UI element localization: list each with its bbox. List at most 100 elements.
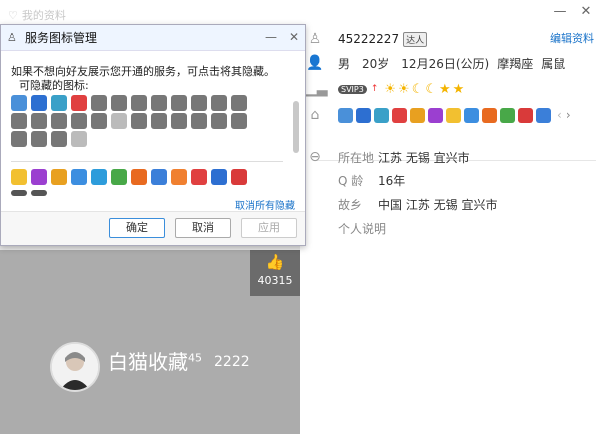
service-icon[interactable] bbox=[11, 190, 27, 196]
service-icon[interactable] bbox=[428, 107, 443, 123]
service-icon[interactable] bbox=[11, 169, 27, 185]
service-icon[interactable] bbox=[191, 113, 207, 129]
service-icon[interactable] bbox=[151, 95, 167, 111]
service-icon[interactable] bbox=[31, 113, 47, 129]
dialog-minimize-button[interactable]: — bbox=[265, 30, 277, 44]
service-icon[interactable] bbox=[338, 107, 353, 123]
service-icon[interactable] bbox=[71, 113, 87, 129]
close-button[interactable]: ✕ bbox=[578, 4, 594, 19]
dialog-close-button[interactable]: ✕ bbox=[289, 30, 299, 44]
service-icon[interactable] bbox=[31, 169, 47, 185]
service-icon[interactable] bbox=[71, 131, 87, 147]
service-icon[interactable] bbox=[31, 95, 47, 111]
star-icon: ★ bbox=[439, 81, 451, 97]
service-icon[interactable] bbox=[211, 95, 227, 111]
dialog-header: ♙ 服务图标管理 bbox=[1, 25, 305, 51]
star-icon: ★ bbox=[452, 81, 465, 97]
hometown-row: 故乡 中国 江苏 无锡 宜兴市 bbox=[338, 198, 498, 212]
like-button[interactable]: 👍 40315 bbox=[250, 250, 300, 296]
qq-number: 45222227 bbox=[338, 32, 400, 46]
service-icon[interactable] bbox=[482, 107, 497, 123]
service-icon[interactable] bbox=[11, 95, 27, 111]
up-arrow-icon: ↑ bbox=[370, 84, 379, 94]
service-icon[interactable] bbox=[500, 107, 515, 123]
edit-profile-link[interactable]: 编辑资料 bbox=[550, 30, 594, 46]
service-icon[interactable] bbox=[191, 169, 207, 185]
service-icon[interactable] bbox=[151, 113, 167, 129]
minus-circle-icon: ⊖ bbox=[309, 149, 321, 165]
cancel-button[interactable]: 取消 bbox=[175, 218, 231, 238]
service-icon-dialog: ♙ 服务图标管理 — ✕ 如果不想向好友展示您开通的服务，可点击将其隐藏。 可隐… bbox=[0, 24, 306, 246]
service-icon[interactable] bbox=[211, 113, 227, 129]
dialog-title: 服务图标管理 bbox=[25, 31, 98, 45]
service-icon[interactable] bbox=[356, 107, 371, 123]
service-icon[interactable] bbox=[51, 131, 67, 147]
talent-badge: 达人 bbox=[403, 31, 428, 47]
chevron-left-icon[interactable]: ‹ bbox=[557, 108, 562, 122]
window-controls: — ✕ bbox=[552, 4, 594, 19]
heart-icon: ♡ bbox=[8, 8, 18, 22]
service-icon[interactable] bbox=[131, 113, 147, 129]
nickname: 白猫收藏45 bbox=[108, 350, 202, 374]
service-icon[interactable] bbox=[131, 95, 147, 111]
moon-icon: ☾ bbox=[425, 81, 437, 97]
service-icon[interactable] bbox=[91, 113, 107, 129]
avatar-image bbox=[52, 344, 98, 390]
service-icon[interactable] bbox=[71, 169, 87, 185]
service-icon[interactable] bbox=[111, 95, 127, 111]
service-icon[interactable] bbox=[374, 107, 389, 123]
service-icon[interactable] bbox=[231, 95, 247, 111]
visible-icon-grid[interactable] bbox=[11, 169, 249, 185]
qq-row: ♙ 45222227 达人 bbox=[306, 30, 428, 48]
service-icon[interactable] bbox=[91, 169, 107, 185]
dialog-controls: — ✕ bbox=[265, 30, 299, 44]
service-icon[interactable] bbox=[191, 95, 207, 111]
service-icon[interactable] bbox=[410, 107, 425, 123]
service-icon[interactable] bbox=[171, 169, 187, 185]
like-count: 40315 bbox=[257, 274, 293, 287]
person-icon: 👤 bbox=[306, 55, 324, 71]
service-icon[interactable] bbox=[231, 169, 247, 185]
avatar[interactable] bbox=[50, 342, 100, 392]
service-icon[interactable] bbox=[392, 107, 407, 123]
service-icon[interactable] bbox=[151, 169, 167, 185]
chevron-right-icon[interactable]: › bbox=[566, 108, 571, 122]
service-icon[interactable] bbox=[111, 113, 127, 129]
service-icon[interactable] bbox=[51, 113, 67, 129]
service-icon[interactable] bbox=[51, 169, 67, 185]
service-icon[interactable] bbox=[171, 95, 187, 111]
service-icons[interactable] bbox=[338, 107, 551, 123]
service-icon[interactable] bbox=[31, 131, 47, 147]
service-icon[interactable] bbox=[71, 95, 87, 111]
service-icon[interactable] bbox=[131, 169, 147, 185]
service-icon[interactable] bbox=[51, 95, 67, 111]
apply-button[interactable]: 应用 bbox=[241, 218, 297, 238]
hideable-icon-grid[interactable] bbox=[11, 95, 249, 147]
chart-icon: ▁▃ bbox=[306, 81, 328, 97]
service-icon[interactable] bbox=[211, 169, 227, 185]
service-icon[interactable] bbox=[518, 107, 533, 123]
service-icon[interactable] bbox=[446, 107, 461, 123]
service-icon[interactable] bbox=[464, 107, 479, 123]
hideable-label: 可隐藏的图标: bbox=[19, 79, 89, 92]
service-icon[interactable] bbox=[111, 169, 127, 185]
minimize-button[interactable]: — bbox=[552, 4, 568, 19]
sun-icon: ☀ bbox=[398, 81, 410, 97]
service-icon[interactable] bbox=[536, 107, 551, 123]
service-icon[interactable] bbox=[91, 95, 107, 111]
visible-icon-grid-row2 bbox=[11, 190, 249, 196]
service-icon[interactable] bbox=[11, 131, 27, 147]
dialog-divider bbox=[11, 161, 283, 162]
moon-icon: ☾ bbox=[411, 81, 424, 97]
cancel-all-hidden-link[interactable]: 取消所有隐藏 bbox=[235, 197, 295, 212]
ok-button[interactable]: 确定 bbox=[109, 218, 165, 238]
service-icon[interactable] bbox=[231, 113, 247, 129]
service-icon[interactable] bbox=[171, 113, 187, 129]
qq-icon: ♙ bbox=[308, 31, 322, 47]
service-icon[interactable] bbox=[31, 190, 47, 196]
scrollbar-thumb[interactable] bbox=[293, 101, 299, 153]
service-icon[interactable] bbox=[11, 113, 27, 129]
dialog-footer: 确定 取消 应用 bbox=[1, 211, 305, 245]
sun-icon: ☀ bbox=[384, 81, 397, 97]
profile-window: ♡ 我的资料 — ✕ ♙ 45222227 达人 编辑资料 👤 男 20岁 12… bbox=[0, 0, 600, 434]
